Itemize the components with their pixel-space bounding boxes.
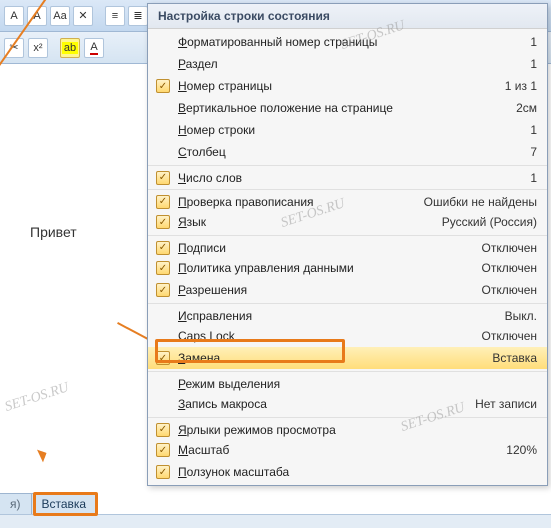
- menu-item[interactable]: ✓ Ярлыки режимов просмотра: [148, 417, 547, 439]
- menu-item[interactable]: ✓ ЯзыкРусский (Россия): [148, 211, 547, 233]
- menu-item-label: Номер страницы: [174, 79, 495, 93]
- menu-item[interactable]: ✓ ЗаменаВставка: [148, 347, 547, 369]
- font-grow-icon[interactable]: A: [4, 6, 24, 26]
- menu-item[interactable]: Режим выделения: [148, 371, 547, 393]
- menu-item[interactable]: Caps LockОтключен: [148, 325, 547, 347]
- menu-item-label: Номер строки: [174, 123, 520, 137]
- menu-item[interactable]: ИсправленияВыкл.: [148, 303, 547, 325]
- clear-format-icon[interactable]: ✕: [73, 6, 93, 26]
- menu-item-label: Режим выделения: [174, 377, 527, 391]
- check-col: ✓: [152, 423, 174, 437]
- list-number-icon[interactable]: ≣: [128, 6, 148, 26]
- menu-item-label: Число слов: [174, 171, 520, 185]
- menu-item-label: Ползунок масштаба: [174, 465, 527, 479]
- checkmark-icon: ✓: [156, 283, 170, 297]
- status-tab-prev[interactable]: я): [0, 493, 32, 514]
- check-col: ✓: [152, 443, 174, 457]
- check-col: ✓: [152, 283, 174, 297]
- menu-item-value: 120%: [496, 443, 537, 457]
- check-col: ✓: [152, 171, 174, 185]
- menu-item-label: Язык: [174, 215, 432, 229]
- menu-item-value: Вставка: [482, 351, 537, 365]
- document-text: Привет: [30, 224, 77, 240]
- menu-item[interactable]: Раздел1: [148, 53, 547, 75]
- menu-item[interactable]: ✓ РазрешенияОтключен: [148, 279, 547, 301]
- menu-item-label: Форматированный номер страницы: [174, 35, 520, 49]
- highlight-icon[interactable]: ab: [60, 38, 80, 58]
- menu-item[interactable]: ✓ Число слов1: [148, 165, 547, 187]
- menu-item-label: Раздел: [174, 57, 520, 71]
- menu-item-value: Нет записи: [465, 397, 537, 411]
- menu-item[interactable]: Номер строки1: [148, 119, 547, 141]
- menu-item-value: 2см: [506, 101, 537, 115]
- menu-item-label: Caps Lock: [174, 329, 471, 343]
- check-col: ✓: [152, 215, 174, 229]
- menu-item[interactable]: Вертикальное положение на странице2см: [148, 97, 547, 119]
- menu-item-label: Проверка правописания: [174, 195, 414, 209]
- checkmark-icon: ✓: [156, 215, 170, 229]
- menu-items: Форматированный номер страницы1Раздел1✓Н…: [148, 29, 547, 485]
- menu-item-label: Запись макроса: [174, 397, 465, 411]
- menu-item-label: Исправления: [174, 309, 495, 323]
- menu-item[interactable]: ✓ Масштаб120%: [148, 439, 547, 461]
- check-col: ✓: [152, 465, 174, 479]
- menu-item-label: Столбец: [174, 145, 520, 159]
- checkmark-icon: ✓: [156, 443, 170, 457]
- checkmark-icon: ✓: [156, 241, 170, 255]
- menu-item-value: 1: [520, 171, 537, 185]
- status-tabs: я) Вставка: [0, 493, 96, 514]
- menu-item-value: 1: [520, 57, 537, 71]
- menu-item-label: Вертикальное положение на странице: [174, 101, 506, 115]
- menu-item[interactable]: Столбец7: [148, 141, 547, 163]
- menu-item[interactable]: ✓ ПодписиОтключен: [148, 235, 547, 257]
- menu-title: Настройка строки состояния: [148, 4, 547, 29]
- superscript-icon[interactable]: x²: [28, 38, 48, 58]
- status-bar: [0, 514, 551, 528]
- menu-item-label: Ярлыки режимов просмотра: [174, 423, 527, 437]
- check-col: ✓: [152, 261, 174, 275]
- checkmark-icon: ✓: [156, 79, 170, 93]
- check-col: ✓: [152, 79, 174, 93]
- checkmark-icon: ✓: [156, 171, 170, 185]
- checkmark-icon: ✓: [156, 423, 170, 437]
- check-col: ✓: [152, 241, 174, 255]
- arrow-head-icon: [34, 450, 47, 463]
- checkmark-icon: ✓: [156, 195, 170, 209]
- menu-item[interactable]: ✓ Ползунок масштаба: [148, 461, 547, 483]
- checkmark-icon: ✓: [156, 351, 170, 365]
- menu-item-label: Масштаб: [174, 443, 496, 457]
- menu-item[interactable]: ✓ Номер страницы1 из 1: [148, 75, 547, 97]
- menu-item-label: Политика управления данными: [174, 261, 471, 275]
- checkmark-icon: ✓: [156, 465, 170, 479]
- list-bullet-icon[interactable]: ≡: [105, 6, 125, 26]
- menu-item-label: Подписи: [174, 241, 471, 255]
- menu-item-value: Отключен: [471, 241, 537, 255]
- menu-item[interactable]: ✓ Проверка правописанияОшибки не найдены: [148, 189, 547, 211]
- menu-item-label: Разрешения: [174, 283, 471, 297]
- menu-item-value: 1 из 1: [495, 79, 537, 93]
- status-tab-vstavka[interactable]: Вставка: [31, 493, 98, 514]
- menu-item[interactable]: Форматированный номер страницы1: [148, 31, 547, 53]
- menu-item-label: Замена: [174, 351, 482, 365]
- menu-item-value: 1: [520, 35, 537, 49]
- status-bar-config-menu: Настройка строки состояния Форматированн…: [147, 3, 548, 486]
- menu-item-value: Отключен: [471, 261, 537, 275]
- menu-item[interactable]: Запись макросаНет записи: [148, 393, 547, 415]
- menu-item-value: Русский (Россия): [432, 215, 537, 229]
- menu-item-value: Отключен: [471, 283, 537, 297]
- change-case-icon[interactable]: Aa: [50, 6, 70, 26]
- menu-item-value: Выкл.: [495, 309, 537, 323]
- check-col: ✓: [152, 195, 174, 209]
- menu-item-value: Ошибки не найдены: [414, 195, 537, 209]
- menu-item-value: Отключен: [471, 329, 537, 343]
- checkmark-icon: ✓: [156, 261, 170, 275]
- font-color-icon[interactable]: A: [84, 38, 104, 58]
- menu-item-value: 7: [520, 145, 537, 159]
- menu-item-value: 1: [520, 123, 537, 137]
- check-col: ✓: [152, 351, 174, 365]
- menu-item[interactable]: ✓ Политика управления даннымиОтключен: [148, 257, 547, 279]
